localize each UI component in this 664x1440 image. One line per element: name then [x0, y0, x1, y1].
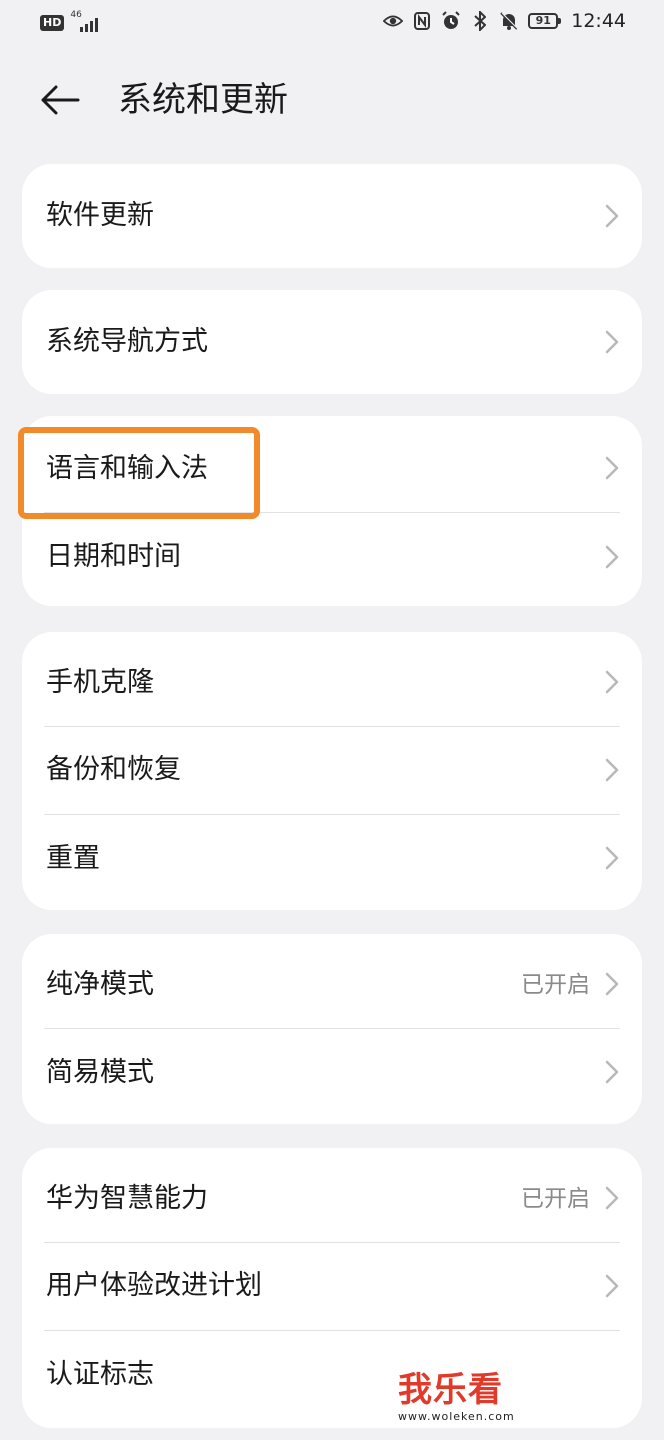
hd-badge: HD [40, 15, 65, 31]
row-label: 简易模式 [46, 1057, 154, 1088]
row-backup-restore[interactable]: 备份和恢复 [22, 726, 642, 814]
row-label: 系统导航方式 [46, 326, 208, 357]
chevron-right-icon [605, 1186, 619, 1210]
chevron-right-icon [605, 204, 619, 228]
row-label: 纯净模式 [46, 969, 154, 1000]
row-pure-mode[interactable]: 纯净模式 已开启 [22, 934, 642, 1028]
settings-group-5: 纯净模式 已开启 简易模式 [22, 934, 642, 1124]
chevron-right-icon [605, 758, 619, 782]
watermark-url: www.woleken.com [398, 1410, 515, 1423]
nfc-icon [412, 10, 432, 32]
chevron-right-icon [605, 846, 619, 870]
chevron-right-icon [605, 545, 619, 569]
row-software-update[interactable]: 软件更新 [22, 164, 642, 268]
status-left: HD 46 [40, 10, 100, 34]
bluetooth-icon [470, 10, 490, 32]
row-simple-mode[interactable]: 简易模式 [22, 1028, 642, 1124]
chevron-right-icon [605, 456, 619, 480]
alarm-icon [441, 10, 461, 32]
row-label: 用户体验改进计划 [46, 1270, 262, 1301]
highlight-box [18, 427, 260, 519]
chevron-right-icon [605, 1060, 619, 1084]
back-button[interactable] [40, 78, 88, 122]
settings-group-4: 手机克隆 备份和恢复 重置 [22, 632, 642, 910]
mute-icon [499, 10, 519, 32]
battery-icon: 91 [528, 13, 562, 29]
page-title: 系统和更新 [118, 80, 288, 120]
row-certification-logos[interactable]: 认证标志 [22, 1330, 642, 1418]
row-label: 软件更新 [46, 200, 154, 231]
chevron-right-icon [605, 670, 619, 694]
watermark-text: 我乐看 [398, 1370, 503, 1410]
row-label: 华为智慧能力 [46, 1183, 208, 1214]
status-right: 91 12:44 [383, 10, 626, 32]
clock: 12:44 [571, 10, 626, 32]
cellular-signal-icon: 46 [70, 10, 100, 34]
chevron-right-icon [605, 1274, 619, 1298]
settings-group-2: 系统导航方式 [22, 290, 642, 394]
eye-icon [383, 10, 404, 32]
divider [44, 814, 620, 815]
row-value: 已开启 [521, 972, 590, 998]
row-label: 认证标志 [46, 1359, 154, 1390]
row-user-experience-program[interactable]: 用户体验改进计划 [22, 1242, 642, 1330]
row-date-time[interactable]: 日期和时间 [22, 512, 642, 606]
chevron-right-icon [605, 972, 619, 996]
row-label: 日期和时间 [46, 541, 181, 572]
settings-group-1: 软件更新 [22, 164, 642, 268]
row-value: 已开启 [521, 1186, 590, 1212]
row-label: 备份和恢复 [46, 754, 181, 785]
battery-level: 91 [535, 14, 551, 27]
row-system-navigation[interactable]: 系统导航方式 [22, 290, 642, 394]
chevron-right-icon [605, 330, 619, 354]
row-label: 手机克隆 [46, 667, 154, 698]
watermark-logo: 我乐看 www.woleken.com [398, 1370, 528, 1426]
row-reset[interactable]: 重置 [22, 814, 642, 910]
row-phone-clone[interactable]: 手机克隆 [22, 632, 642, 726]
settings-group-6: 华为智慧能力 已开启 用户体验改进计划 认证标志 [22, 1148, 642, 1428]
status-bar: HD 46 91 12:44 [0, 0, 664, 48]
row-label: 重置 [46, 843, 100, 874]
back-arrow-icon [41, 85, 80, 115]
row-huawei-intelligence[interactable]: 华为智慧能力 已开启 [22, 1148, 642, 1242]
header: 系统和更新 [0, 60, 664, 140]
